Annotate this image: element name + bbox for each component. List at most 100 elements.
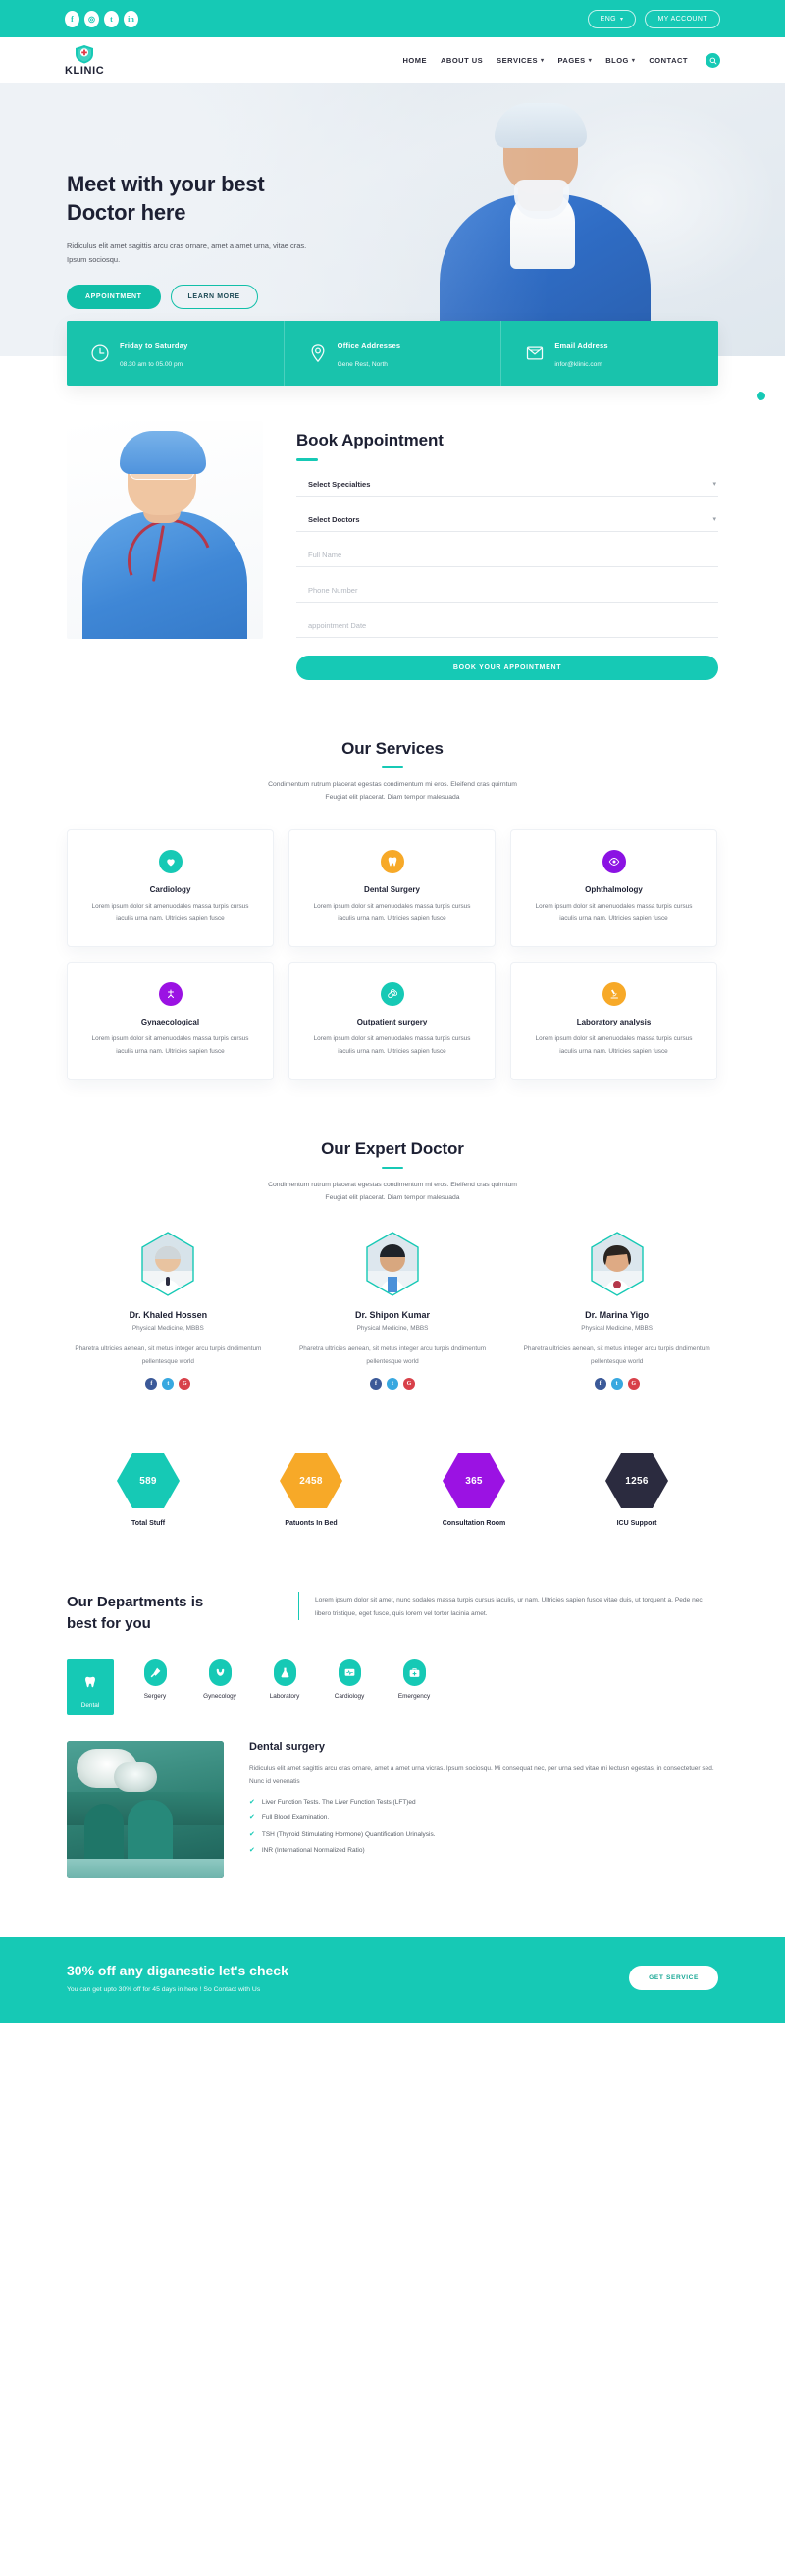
dep-tab-dental[interactable]: Dental bbox=[67, 1659, 114, 1715]
top-utility-bar: f ◎ t in ENG ▾ MY ACCOUNT bbox=[0, 0, 785, 37]
counter-label: Consultation Room bbox=[442, 1520, 506, 1528]
learn-more-button[interactable]: LEARN MORE bbox=[170, 284, 258, 309]
info-title: Office Addresses bbox=[337, 342, 401, 350]
language-selector[interactable]: ENG ▾ bbox=[587, 9, 637, 28]
nav-item-blog[interactable]: BLOG ▾ bbox=[605, 56, 635, 65]
select-specialties-field[interactable]: Select Specialties ▾ bbox=[296, 470, 718, 497]
appointment-button[interactable]: APPOINTMENT bbox=[67, 284, 161, 309]
select-doctors-field[interactable]: Select Doctors ▾ bbox=[296, 505, 718, 532]
facebook-icon[interactable]: f bbox=[370, 1378, 382, 1391]
info-hours[interactable]: Friday to Saturday 08.30 am to 05.00 pm bbox=[67, 321, 285, 386]
promo-cta-banner: 30% off any diganestic let's check You c… bbox=[0, 1937, 785, 2023]
gynaecology-icon bbox=[158, 982, 183, 1007]
linkedin-icon[interactable]: in bbox=[124, 10, 138, 27]
scalpel-icon bbox=[143, 1659, 167, 1686]
avatar bbox=[587, 1230, 648, 1298]
service-card-laboratory-analysis[interactable]: Laboratory analysis Lorem ipsum dolor si… bbox=[510, 962, 717, 1080]
info-text: infor@klinic.com bbox=[554, 361, 602, 368]
nav-label: BLOG bbox=[605, 56, 629, 65]
service-card-gynaecological[interactable]: Gynaecological Lorem ipsum dolor sit ame… bbox=[67, 962, 274, 1080]
ecg-monitor-icon bbox=[338, 1659, 361, 1686]
hero-banner: Meet with your best Doctor here Ridiculu… bbox=[0, 83, 785, 356]
counter-icu-support: 1256 ICU Support bbox=[555, 1452, 718, 1527]
departments-title: Our Departments is best for you bbox=[67, 1592, 273, 1634]
full-name-placeholder: Full Name bbox=[308, 550, 342, 559]
check-text: Full Blood Examination. bbox=[261, 1814, 330, 1822]
doctor-card-marina-yigo[interactable]: Dr. Marina Yigo Physical Medicine, MBBS … bbox=[515, 1230, 718, 1391]
nav-label: HOME bbox=[402, 56, 427, 65]
doctor-bio: Pharetra ultricies aenean, sit metus int… bbox=[75, 1345, 262, 1365]
info-address[interactable]: Office Addresses Gene Rest, North bbox=[285, 321, 502, 386]
departments-title-line-1: Our Departments is bbox=[67, 1594, 204, 1611]
title-underline bbox=[382, 1166, 403, 1170]
twitter-icon[interactable]: t bbox=[162, 1378, 175, 1391]
info-text: Gene Rest, North bbox=[337, 361, 388, 368]
dep-tab-emergency[interactable]: Emergency bbox=[391, 1659, 438, 1700]
get-service-button[interactable]: GET SERVICE bbox=[629, 1966, 718, 1990]
google-plus-icon[interactable]: G bbox=[627, 1378, 640, 1391]
instagram-icon[interactable]: ◎ bbox=[84, 10, 99, 27]
tooth-icon bbox=[79, 1668, 102, 1695]
avatar bbox=[137, 1230, 198, 1298]
check-icon: ✔ bbox=[249, 1847, 255, 1855]
nav-item-contact[interactable]: CONTACT bbox=[649, 56, 688, 65]
brand-logo[interactable]: KLINIC bbox=[65, 44, 104, 77]
hero-subtitle: Ridiculus elit amet sagittis arcu cras o… bbox=[67, 241, 307, 264]
search-icon[interactable] bbox=[706, 53, 720, 68]
main-navbar: KLINIC HOME ABOUT US SERVICES ▾ PAGES ▾ … bbox=[0, 37, 785, 83]
first-aid-kit-icon bbox=[402, 1659, 426, 1686]
facebook-icon[interactable]: f bbox=[594, 1378, 606, 1391]
doctors-description: Condimentum rutrum placerat egestas cond… bbox=[67, 1180, 718, 1204]
nav-item-home[interactable]: HOME bbox=[403, 56, 428, 65]
twitter-icon[interactable]: t bbox=[610, 1378, 623, 1391]
doctor-socials: f t G bbox=[67, 1378, 270, 1391]
chevron-down-icon: ▾ bbox=[540, 58, 545, 64]
appointment-section: Book Appointment Select Specialties ▾ Se… bbox=[0, 386, 785, 680]
hexagon-shape: 365 bbox=[442, 1452, 506, 1509]
service-card-dental-surgery[interactable]: Dental Surgery Lorem ipsum dolor sit ame… bbox=[288, 829, 496, 948]
dep-tab-laboratory[interactable]: Laboratory bbox=[261, 1659, 308, 1700]
hero-title-line-1: Meet with your best bbox=[67, 172, 265, 196]
twitter-icon[interactable]: t bbox=[104, 10, 119, 27]
dep-tab-gynecology[interactable]: Gynecology bbox=[196, 1659, 243, 1700]
flask-icon bbox=[273, 1659, 296, 1686]
nurse-photo bbox=[67, 421, 263, 639]
full-name-field[interactable]: Full Name bbox=[296, 541, 718, 567]
services-section: Our Services Condimentum rutrum placerat… bbox=[0, 680, 785, 1080]
twitter-icon[interactable]: t bbox=[387, 1378, 398, 1391]
appointment-date-field[interactable]: appointment Date bbox=[296, 611, 718, 638]
dep-tab-label: Cardiology bbox=[334, 1693, 365, 1700]
service-name: Dental Surgery bbox=[364, 885, 420, 895]
services-description: Condimentum rutrum placerat egestas cond… bbox=[67, 779, 718, 804]
dep-tab-sergery[interactable]: Sergery bbox=[131, 1659, 179, 1700]
nav-item-pages[interactable]: PAGES ▾ bbox=[557, 56, 592, 65]
facebook-icon[interactable]: f bbox=[145, 1378, 158, 1391]
decorative-dot bbox=[757, 392, 765, 400]
dep-tab-cardiology[interactable]: Cardiology bbox=[326, 1659, 373, 1700]
google-plus-icon[interactable]: G bbox=[179, 1378, 191, 1391]
service-card-cardiology[interactable]: Cardiology Lorem ipsum dolor sit amenuod… bbox=[67, 829, 274, 948]
service-card-outpatient-surgery[interactable]: Outpatient surgery Lorem ipsum dolor sit… bbox=[288, 962, 496, 1080]
nav-item-services[interactable]: SERVICES ▾ bbox=[497, 56, 544, 65]
chevron-down-icon: ▾ bbox=[588, 58, 593, 64]
facebook-icon[interactable]: f bbox=[65, 10, 79, 27]
service-card-ophthalmology[interactable]: Ophthalmology Lorem ipsum dolor sit amen… bbox=[510, 829, 717, 948]
department-panel: Dental surgery Ridiculus elit amet sagit… bbox=[67, 1741, 718, 1878]
info-email[interactable]: Email Address infor@klinic.com bbox=[501, 321, 718, 386]
info-title: Friday to Saturday bbox=[120, 342, 188, 350]
services-title: Our Services bbox=[341, 738, 444, 758]
hero-content: Meet with your best Doctor here Ridiculu… bbox=[0, 83, 324, 309]
phone-number-placeholder: Phone Number bbox=[308, 585, 358, 595]
google-plus-icon[interactable]: G bbox=[403, 1378, 415, 1391]
list-item: ✔ INR (International Normalized Ratio) bbox=[249, 1847, 718, 1855]
doctor-card-khaled-hossen[interactable]: Dr. Khaled Hossen Physical Medicine, MBB… bbox=[67, 1230, 270, 1391]
doctors-grid: Dr. Khaled Hossen Physical Medicine, MBB… bbox=[67, 1230, 718, 1391]
hexagon-shape: 589 bbox=[116, 1452, 181, 1509]
nav-item-about-us[interactable]: ABOUT US bbox=[441, 56, 483, 65]
service-name: Cardiology bbox=[149, 885, 191, 895]
doctor-card-shipon-kumar[interactable]: Dr. Shipon Kumar Physical Medicine, MBBS… bbox=[291, 1230, 495, 1391]
book-appointment-button[interactable]: BOOK YOUR APPOINTMENT bbox=[296, 655, 718, 680]
top-actions: ENG ▾ MY ACCOUNT bbox=[587, 9, 720, 28]
phone-number-field[interactable]: Phone Number bbox=[296, 576, 718, 603]
my-account-button[interactable]: MY ACCOUNT bbox=[645, 9, 720, 28]
